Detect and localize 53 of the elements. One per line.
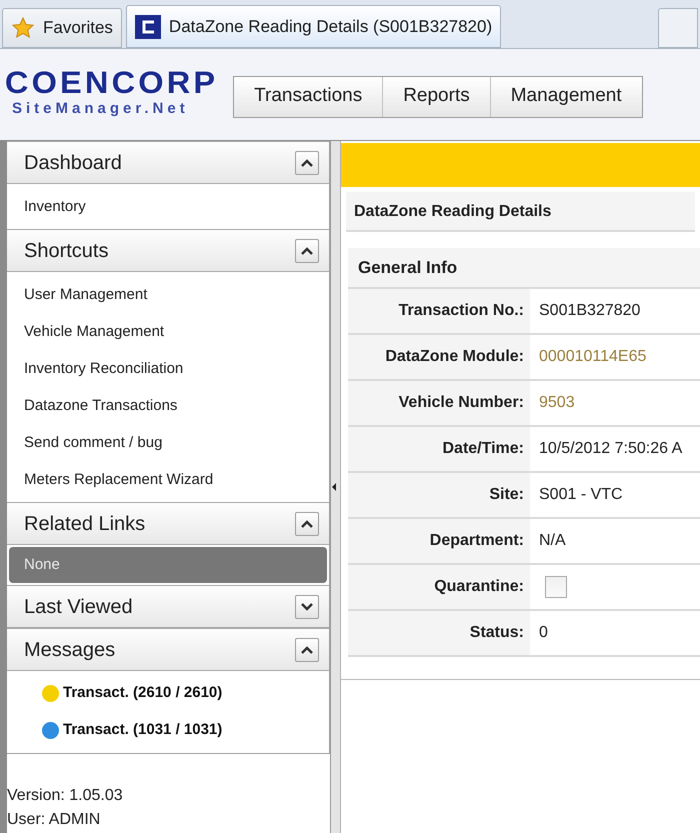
field-value: N/A (539, 531, 566, 551)
caret-up-icon (300, 644, 314, 654)
caret-up-icon (300, 158, 314, 168)
field-label: Status: (468, 623, 525, 643)
page-title: DataZone Reading Details (346, 192, 695, 232)
sidebar-link[interactable]: Datazone Transactions (7, 387, 329, 424)
section-title: Dashboard (24, 150, 122, 176)
collapse-button[interactable] (295, 638, 319, 662)
section-title: Shortcuts (24, 238, 108, 264)
user-text: User: ADMIN (7, 810, 102, 830)
browser-tab[interactable]: DataZone Reading Details (S001B327820) (126, 5, 502, 48)
field-label: Transaction No.: (398, 301, 525, 321)
menu-item[interactable]: Transactions (234, 76, 382, 116)
checkbox[interactable] (545, 576, 567, 598)
message-link[interactable]: Transact. (2610 / 2610) (63, 682, 222, 705)
sidebar-link[interactable]: Inventory (7, 188, 329, 225)
section-title: General Info (357, 257, 458, 279)
message-link[interactable]: Transact. (1031 / 1031) (63, 719, 222, 742)
star-icon (11, 16, 35, 40)
sidebar-link[interactable]: Meters Replacement Wizard (7, 461, 329, 498)
sidebar-link[interactable]: Send comment / bug (7, 424, 329, 461)
expand-button[interactable] (295, 594, 319, 618)
caret-down-icon (300, 602, 314, 612)
logo-subtitle: SiteManager.Net (11, 99, 190, 120)
collapse-button[interactable] (295, 512, 319, 536)
field-label: Date/Time: (441, 439, 525, 459)
browser-tab[interactable]: Favorites (2, 8, 122, 48)
field-value: S001B327820 (539, 301, 640, 321)
field-value: S001 - VTC (539, 485, 623, 505)
logo: COENCORP (4, 68, 218, 98)
field-value: 10/5/2012 7:50:26 A (539, 439, 682, 459)
field-link[interactable]: 9503 (539, 391, 575, 415)
field-label: Quarantine: (433, 577, 525, 597)
version-text: Version: 1.05.03 (7, 786, 124, 806)
field-label: Site: (488, 485, 525, 505)
sidebar-link[interactable]: User Management (7, 276, 329, 313)
collapse-button[interactable] (295, 150, 319, 174)
sidebar-link[interactable]: Vehicle Management (7, 313, 329, 350)
section-title: Last Viewed (24, 594, 133, 620)
section-title: Messages (24, 638, 116, 662)
menu-item[interactable]: Reports (382, 76, 490, 116)
site-icon (134, 14, 161, 38)
caret-up-icon (300, 518, 314, 528)
section-title: Related Links (24, 512, 146, 536)
empty-item: None (9, 547, 327, 583)
field-label: Department: (428, 531, 525, 551)
menu-item[interactable]: Management (490, 76, 642, 116)
sidebar-link[interactable]: Inventory Reconciliation (7, 350, 329, 387)
caret-up-icon (300, 246, 314, 256)
field-label: Vehicle Number: (398, 393, 525, 413)
field-label: DataZone Module: (384, 347, 525, 367)
collapse-button[interactable] (295, 238, 319, 262)
field-value: 0 (539, 623, 548, 643)
